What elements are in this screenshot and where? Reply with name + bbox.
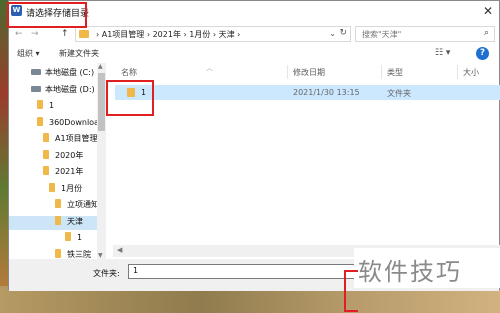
folder-icon: [37, 100, 43, 109]
folder-icon: [55, 248, 61, 258]
folder-icon: [55, 199, 61, 208]
file-type: 文件夹: [387, 89, 411, 98]
drive-icon: [31, 69, 41, 75]
nav-scrollbar[interactable]: ▲ ▼: [97, 63, 106, 259]
sidebar-item-label: 铁三院: [67, 249, 91, 259]
address-bar[interactable]: › A1项目管理 › 2021年 › 1月份 › 天津 › ⌄ ↻: [75, 26, 351, 42]
organize-button[interactable]: 组织 ▾: [17, 48, 40, 59]
drive-icon: [31, 85, 41, 92]
sidebar-item[interactable]: 1: [37, 100, 54, 114]
folder-icon: [37, 116, 43, 126]
highlight-box-button: [344, 270, 358, 312]
sidebar-item-label: 本地磁盘 (C:): [45, 68, 95, 77]
help-icon[interactable]: ?: [476, 47, 489, 60]
search-input[interactable]: 搜索"天津" ⌕: [355, 26, 495, 42]
scroll-down-icon: ▼: [98, 252, 103, 259]
sidebar-item[interactable]: 本地磁盘 (D:): [31, 84, 95, 98]
forward-icon[interactable]: →: [31, 29, 39, 39]
column-divider: [457, 65, 458, 79]
sidebar-item-label: 2021年: [55, 167, 84, 176]
watermark: 软件技巧: [354, 248, 500, 288]
folder-icon: [49, 182, 55, 192]
sidebar-item-label: A1项目管理: [55, 134, 98, 143]
up-icon[interactable]: ↑: [61, 29, 69, 39]
sidebar-item[interactable]: 天津: [9, 215, 97, 230]
scroll-left-icon: ◀: [117, 246, 123, 254]
desktop-wallpaper-left: [0, 0, 8, 313]
sidebar-item[interactable]: 立项通知: [55, 199, 99, 213]
back-icon[interactable]: ←: [15, 29, 23, 39]
sidebar-item-label: 2020年: [55, 150, 84, 160]
folder-icon: [43, 149, 49, 159]
sidebar-item[interactable]: 360Downloa: [37, 116, 99, 131]
sidebar-item[interactable]: 1月份: [49, 182, 83, 197]
highlight-box-title: [7, 2, 87, 28]
column-divider: [381, 65, 382, 79]
sidebar-item-label: 本地磁盘 (D:): [45, 84, 95, 94]
sidebar-item[interactable]: 本地磁盘 (C:): [31, 67, 94, 81]
navigation-pane: 本地磁盘 (C:) 本地磁盘 (D:) 1 360Downloa A1项目管理 2020年…: [9, 63, 107, 261]
sidebar-item-label: 1: [49, 101, 55, 110]
highlight-box-row: [106, 80, 154, 116]
file-list: ︿ 名称 修改日期 类型 大小 1 2021/1/30 13:15 文件夹: [113, 63, 500, 261]
folder-icon: [65, 232, 71, 241]
toolbar: 组织 ▾ 新建文件夹 ☷ ▾ ?: [9, 45, 499, 63]
folder-name-value: 1: [133, 266, 139, 275]
scroll-up-icon: ▲: [98, 63, 103, 70]
save-dialog: W 请选择存储目录 ✕ ← → ↑ › A1项目管理 › 2021年 › 1月份…: [8, 0, 500, 291]
file-modified: 2021/1/30 13:15: [293, 88, 360, 97]
close-icon[interactable]: ✕: [483, 4, 493, 18]
watermark-text: 软件技巧: [358, 258, 462, 286]
breadcrumb[interactable]: › A1项目管理 › 2021年 › 1月份 › 天津 ›: [96, 29, 240, 40]
column-name[interactable]: 名称: [121, 67, 137, 78]
sidebar-item-label: 天津: [67, 216, 83, 226]
column-size[interactable]: 大小: [463, 67, 479, 78]
sidebar-item[interactable]: 2021年: [43, 166, 83, 180]
sidebar-item-label: 1月份: [61, 183, 83, 193]
column-divider: [287, 65, 288, 79]
folder-label: 文件夹:: [93, 269, 120, 278]
sidebar-item[interactable]: 1: [65, 232, 82, 246]
column-type[interactable]: 类型: [387, 67, 403, 78]
scrollbar-thumb[interactable]: [98, 73, 105, 131]
column-modified[interactable]: 修改日期: [293, 67, 325, 78]
search-placeholder: 搜索"天津": [362, 30, 402, 39]
view-options-icon[interactable]: ☷ ▾: [435, 48, 450, 58]
folder-icon: [43, 133, 49, 142]
sidebar-item-label: 1: [77, 233, 83, 242]
folder-icon: [43, 166, 49, 175]
folder-icon: [79, 30, 89, 38]
new-folder-button[interactable]: 新建文件夹: [59, 48, 99, 59]
chevron-down-icon[interactable]: ⌄: [329, 29, 336, 38]
sidebar-item[interactable]: A1项目管理: [43, 133, 98, 147]
sort-ascending-icon: ︿: [206, 64, 213, 72]
folder-name-input[interactable]: 1: [128, 264, 366, 279]
sidebar-item[interactable]: 2020年: [43, 149, 84, 164]
refresh-icon[interactable]: ↻: [339, 28, 347, 38]
folder-icon: [55, 215, 61, 225]
sidebar-item-label: 立项通知: [67, 200, 99, 209]
search-icon[interactable]: ⌕: [484, 28, 489, 38]
sidebar-item-label: 360Downloa: [49, 117, 99, 127]
